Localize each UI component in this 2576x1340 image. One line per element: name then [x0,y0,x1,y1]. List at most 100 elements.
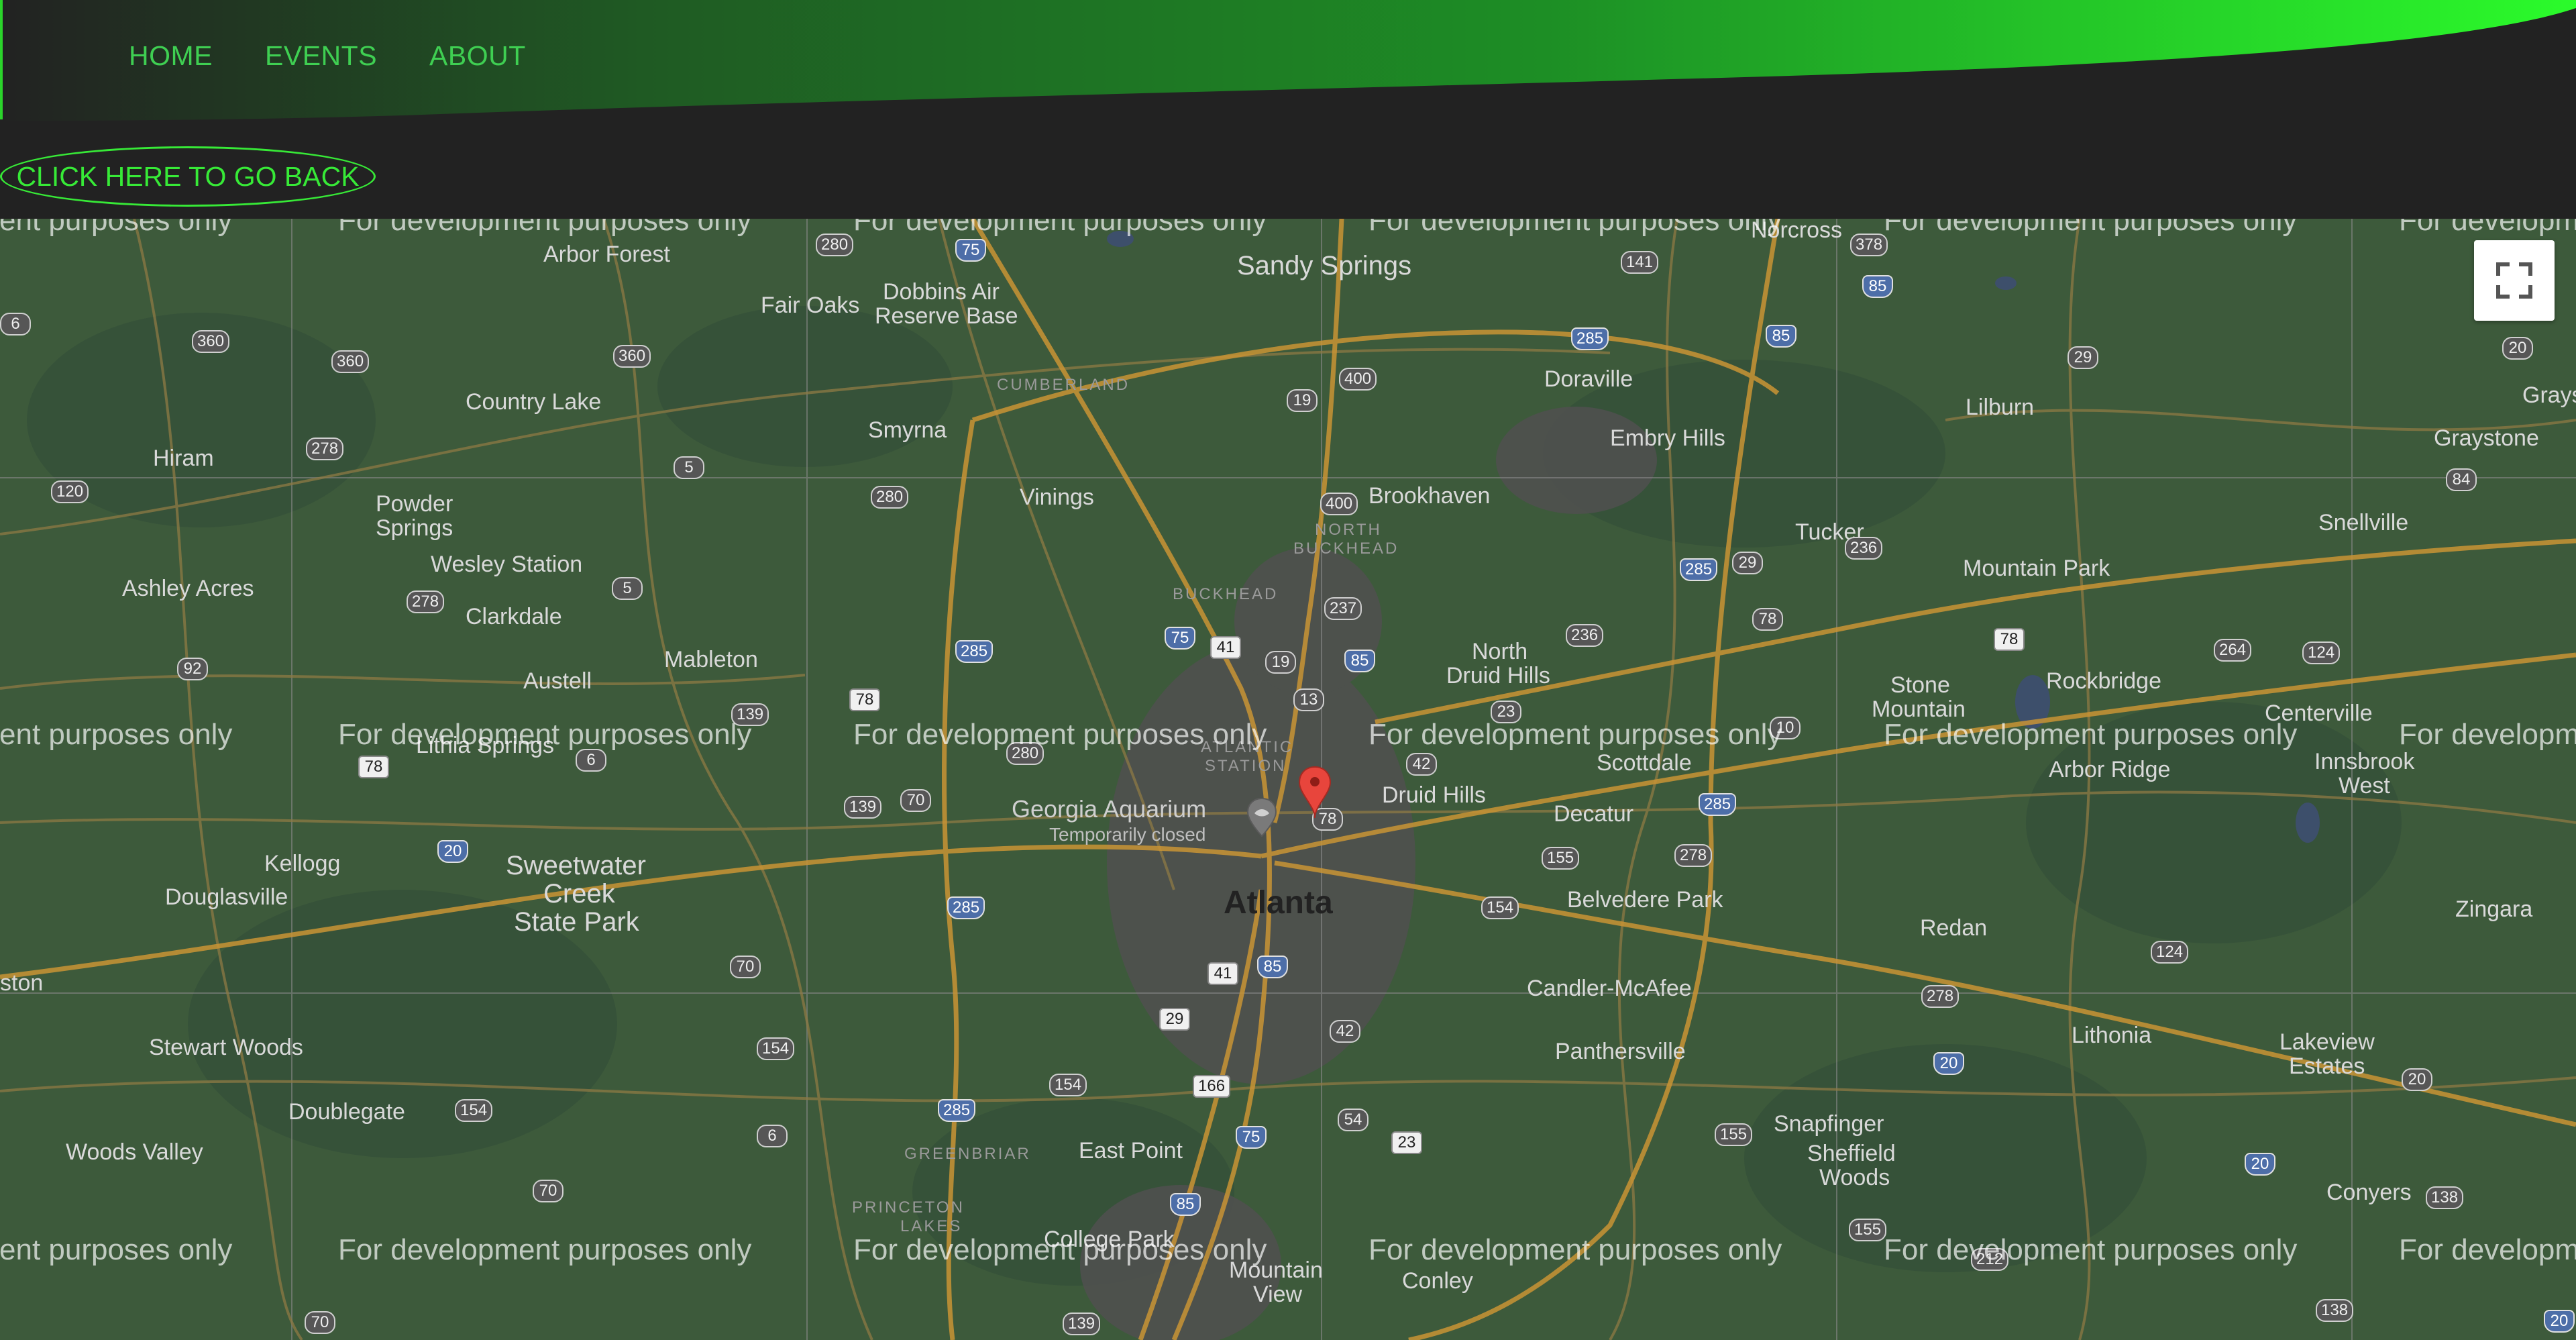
route-shield: 75 [1165,627,1195,650]
map-label-lakeview-estates: Lakeview [2279,1029,2375,1055]
map-label-cumberland: CUMBERLAND [997,376,1130,394]
map-watermark: For development purposes only [2399,718,2576,751]
map-label-east-point: East Point [1079,1138,1183,1164]
map-label-candler-mcafee: Candler-McAfee [1527,976,1692,1001]
map-pin-icon[interactable] [1298,766,1332,819]
route-shield: 70 [533,1180,564,1202]
map-label-georgia-aquarium[interactable]: Georgia Aquarium [1012,797,1206,821]
route-shield: 41 [1208,962,1238,985]
map-label-atlanta: Atlanta [1224,885,1333,921]
route-shield: 264 [2214,639,2252,662]
route-shield: 20 [437,840,468,863]
route-shield: 84 [2446,468,2477,491]
route-shield: 20 [1933,1052,1964,1075]
route-shield: 29 [1159,1008,1190,1031]
route-shield: 237 [1324,597,1362,620]
map-watermark: For development purposes only [2399,1233,2576,1266]
route-shield: 85 [1170,1193,1201,1216]
map-label-clarkdale: Clarkdale [466,604,562,629]
map-label-lithonia: Lithonia [2072,1023,2152,1048]
route-shield: 20 [2502,337,2533,360]
route-shield: 54 [1338,1109,1368,1131]
map-label-conyers: Conyers [2326,1180,2412,1205]
map-label-snellville: Snellville [2318,510,2409,535]
nav-events-link[interactable]: EVENTS [265,40,377,72]
route-shield: 400 [1320,493,1358,515]
map-label-sheffield-woods: Sheffield [1807,1141,1896,1166]
route-shield: 360 [613,345,651,368]
route-shield: 285 [1699,793,1737,816]
map-label-graystone: Graystone [2434,425,2539,451]
map-label-north-buckhead-2: BUCKHEAD [1293,539,1399,558]
route-shield: 41 [1210,636,1241,659]
route-shield: 5 [612,577,643,600]
route-shield: 23 [1391,1131,1422,1154]
map-label-douglasville: Douglasville [165,884,288,910]
map-label-north-druid-hills: North [1472,639,1528,664]
route-shield: 139 [1063,1312,1101,1335]
map-watermark: For development purposes only [853,219,1267,237]
header-accent-bar [0,0,3,119]
map-label-sweetwater: Sweetwater [506,851,646,880]
route-shield: 280 [871,486,909,509]
route-shield: 166 [1193,1075,1231,1098]
map-label-powder-springs: Powder [376,491,453,517]
aquarium-poi-icon[interactable] [1245,797,1279,837]
nav-home-link[interactable]: HOME [129,40,213,72]
map-view[interactable]: Arbor Forest Sandy Springs Fair Oaks Dob… [0,219,2576,1340]
map-label-fair-oaks: Fair Oaks [761,293,860,318]
route-shield: 285 [955,640,994,663]
route-shield: 138 [2426,1186,2464,1209]
route-shield: 70 [730,956,761,978]
map-label-lakeview-estates-2: Estates [2289,1053,2365,1079]
map-label-woods-valley: Woods Valley [66,1139,203,1165]
route-shield: 70 [305,1311,335,1334]
map-label-wesley-station: Wesley Station [431,552,583,577]
map-label-belvedere-park: Belvedere Park [1567,887,1723,913]
map-watermark: For development purposes only [1884,1233,2298,1266]
route-shield: 78 [1752,608,1783,631]
route-shield: 85 [1257,956,1288,978]
map-watermark: For development purposes only [1368,718,1782,751]
map-label-ston: ston [0,970,44,996]
map-label-sweetwater-3: State Park [514,907,639,937]
map-label-grayson: Graysc [2522,382,2576,408]
route-shield: 360 [331,350,370,373]
route-shield: 285 [947,896,985,919]
route-shield: 154 [1481,896,1519,919]
map-label-austell: Austell [523,668,592,694]
map-label-redan: Redan [1920,915,1988,941]
map-tiles[interactable] [0,219,2576,1340]
route-shield: 42 [1406,753,1437,776]
route-shield: 19 [1287,389,1318,412]
route-shield: 124 [2151,941,2189,964]
map-watermark: For development purposes only [853,1233,1267,1266]
route-shield: 6 [757,1125,788,1147]
map-label-princeton-lakes: PRINCETON [852,1198,965,1217]
route-shield: 280 [816,234,854,256]
map-label-conley: Conley [1402,1268,1473,1294]
fullscreen-button[interactable] [2474,240,2555,321]
route-shield: 278 [1674,844,1713,867]
map-label-stone-mountain-2: Mountain [1872,697,1966,722]
map-label-mableton: Mableton [664,647,758,672]
go-back-button[interactable]: CLICK HERE TO GO BACK [0,146,376,207]
map-label-stone-mountain: Stone [1890,672,1950,698]
map-label-princeton-lakes-2: LAKES [900,1217,963,1235]
route-shield: 278 [407,590,445,613]
map-label-doraville: Doraville [1544,366,1633,392]
map-label-embry-hills: Embry Hills [1610,425,1725,451]
main-nav: HOME EVENTS ABOUT [129,40,526,72]
map-label-innsbrook-2: West [2339,773,2390,798]
route-shield: 42 [1330,1020,1360,1043]
route-shield: 154 [757,1037,795,1060]
map-label-north-druid-hills-2: Druid Hills [1446,663,1550,688]
map-watermark: For development purposes only [1368,1233,1782,1266]
route-shield: 155 [1715,1123,1753,1146]
route-shield: 20 [2544,1310,2575,1333]
nav-about-link[interactable]: ABOUT [429,40,526,72]
route-shield: 236 [1566,624,1604,647]
map-label-sandy-springs: Sandy Springs [1237,251,1412,280]
map-label-sweetwater-2: Creek [543,879,615,909]
map-label-panthersville: Panthersville [1555,1039,1686,1064]
